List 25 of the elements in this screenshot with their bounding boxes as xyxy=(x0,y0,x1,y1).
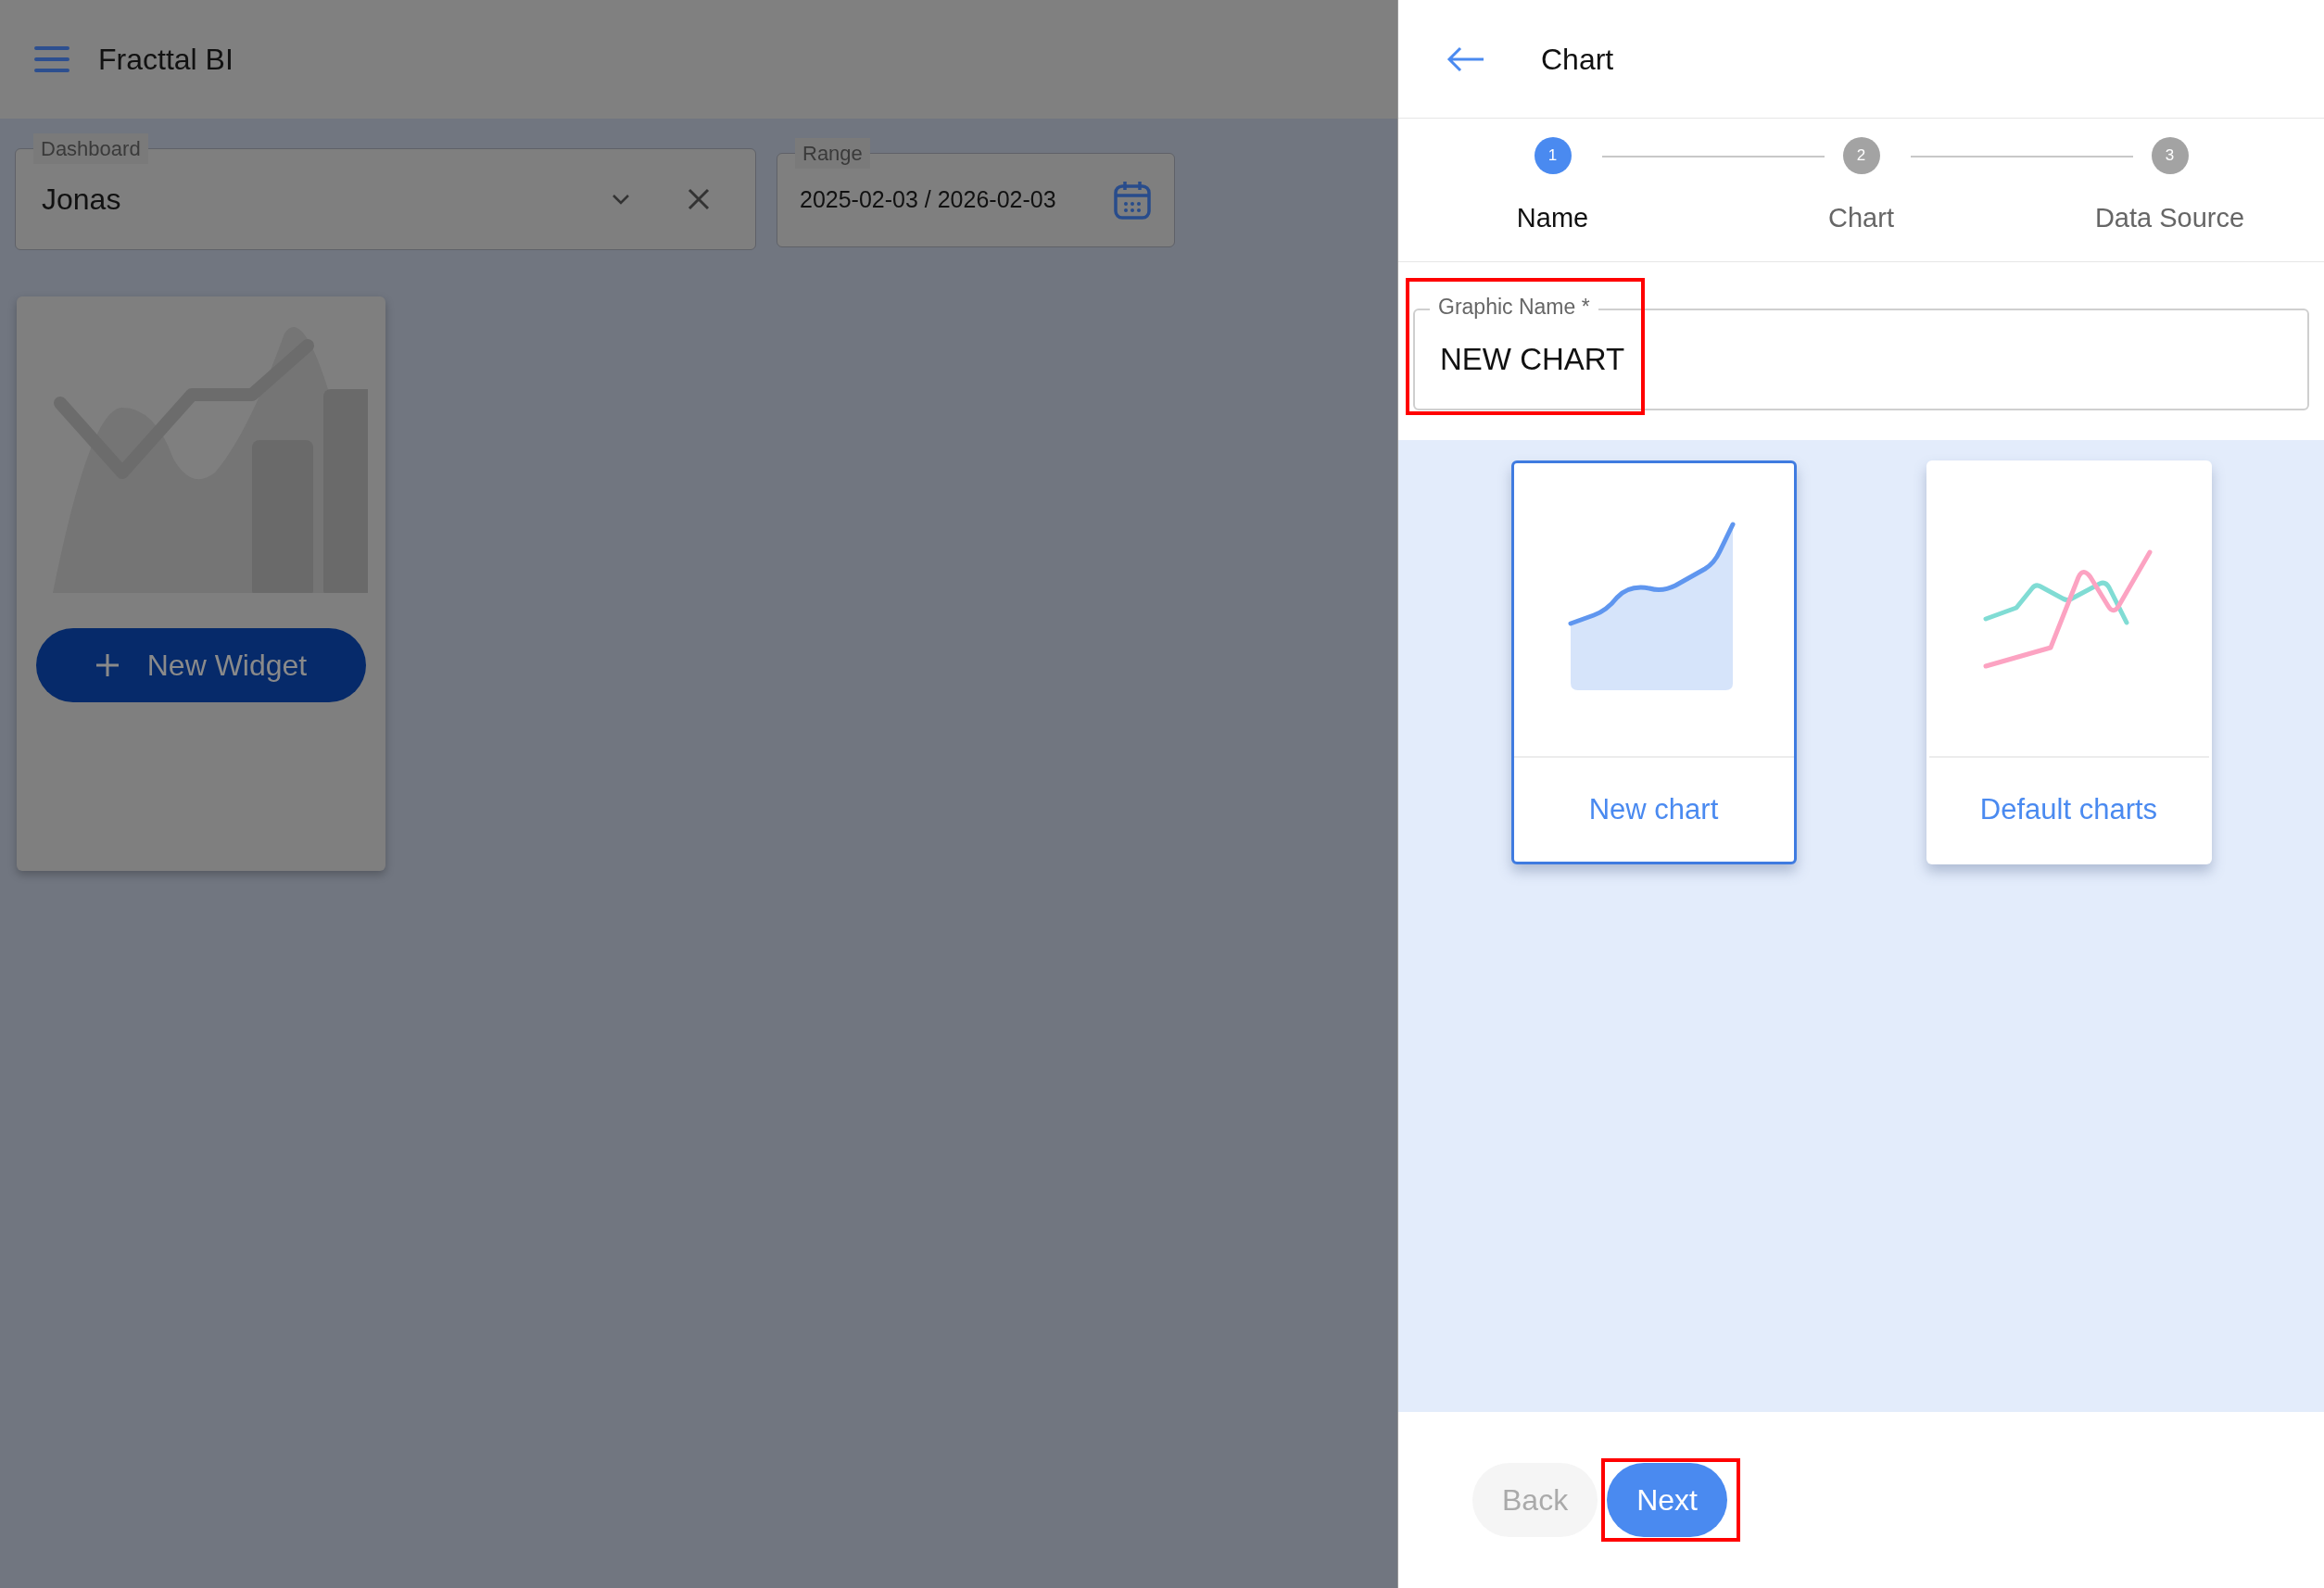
close-icon[interactable] xyxy=(687,187,711,211)
back-arrow-icon[interactable] xyxy=(1446,45,1485,72)
plus-icon xyxy=(95,653,120,677)
chart-type-card[interactable]: Default charts xyxy=(1926,460,2212,864)
chevron-down-icon[interactable] xyxy=(611,193,631,206)
chart-type-card[interactable]: New chart xyxy=(1510,460,1797,864)
card-label: New chart xyxy=(1588,791,1719,827)
step-label: Data Source xyxy=(2094,202,2245,234)
field-value: 2025-02-03 / 2026-02-03 xyxy=(800,185,1057,215)
step-number[interactable]: 2 xyxy=(1842,137,1880,174)
step-label: Chart xyxy=(1828,202,1894,234)
panel-title: Chart xyxy=(1541,41,1614,78)
field-value: Jonas xyxy=(42,182,122,218)
field-label: Dashboard xyxy=(33,133,148,164)
card-label: Default charts xyxy=(1979,791,2158,827)
step-label: Name xyxy=(1516,202,1589,234)
step-number[interactable]: 1 xyxy=(1534,137,1572,174)
app-title: Fracttal BI xyxy=(98,42,234,78)
field-value: NEW CHART xyxy=(1440,341,1625,379)
menu-icon[interactable] xyxy=(33,44,70,74)
next-button[interactable]: Next xyxy=(1607,1463,1727,1537)
calendar-icon[interactable] xyxy=(1113,179,1152,221)
new-widget-button[interactable]: New Widget xyxy=(36,628,366,702)
field-label: Range xyxy=(795,138,870,169)
step-number[interactable]: 3 xyxy=(2151,137,2189,174)
